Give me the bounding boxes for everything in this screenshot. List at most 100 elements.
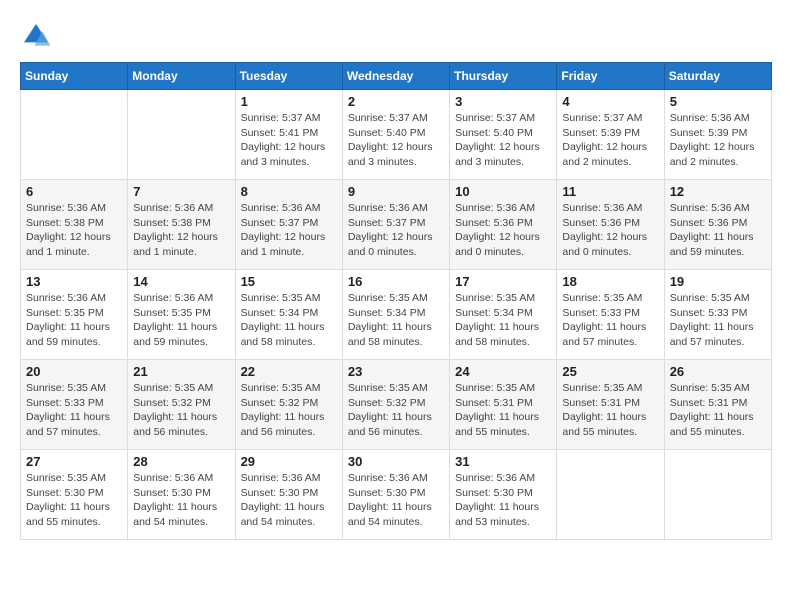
day-info: Sunrise: 5:35 AM Sunset: 5:34 PM Dayligh…: [241, 291, 337, 350]
day-number: 5: [670, 94, 766, 109]
calendar-cell: 11 Sunrise: 5:36 AM Sunset: 5:36 PM Dayli…: [557, 180, 664, 270]
calendar-cell: 24 Sunrise: 5:35 AM Sunset: 5:31 PM Dayli…: [450, 360, 557, 450]
calendar-week-row: 27 Sunrise: 5:35 AM Sunset: 5:30 PM Dayli…: [21, 450, 772, 540]
calendar-cell: 20 Sunrise: 5:35 AM Sunset: 5:33 PM Dayli…: [21, 360, 128, 450]
day-info: Sunrise: 5:36 AM Sunset: 5:30 PM Dayligh…: [133, 471, 229, 530]
calendar-week-row: 6 Sunrise: 5:36 AM Sunset: 5:38 PM Daylig…: [21, 180, 772, 270]
calendar-cell: 28 Sunrise: 5:36 AM Sunset: 5:30 PM Dayli…: [128, 450, 235, 540]
calendar-table: SundayMondayTuesdayWednesdayThursdayFrid…: [20, 62, 772, 540]
weekday-header: Wednesday: [342, 63, 449, 90]
calendar-cell: 31Sunrise: 5:36 AM Sunset: 5:30 PM Dayli…: [450, 450, 557, 540]
day-info: Sunrise: 5:35 AM Sunset: 5:31 PM Dayligh…: [562, 381, 658, 440]
day-number: 3: [455, 94, 551, 109]
calendar-cell: 18 Sunrise: 5:35 AM Sunset: 5:33 PM Dayli…: [557, 270, 664, 360]
day-number: 20: [26, 364, 122, 379]
calendar-cell: 15 Sunrise: 5:35 AM Sunset: 5:34 PM Dayli…: [235, 270, 342, 360]
calendar-cell: [664, 450, 771, 540]
calendar-cell: 1 Sunrise: 5:37 AM Sunset: 5:41 PM Daylig…: [235, 90, 342, 180]
calendar-week-row: 13 Sunrise: 5:36 AM Sunset: 5:35 PM Dayli…: [21, 270, 772, 360]
day-info: Sunrise: 5:37 AM Sunset: 5:40 PM Dayligh…: [348, 111, 444, 170]
day-number: 10: [455, 184, 551, 199]
day-number: 19: [670, 274, 766, 289]
calendar-cell: 5 Sunrise: 5:36 AM Sunset: 5:39 PM Daylig…: [664, 90, 771, 180]
day-number: 13: [26, 274, 122, 289]
calendar-cell: 17Sunrise: 5:35 AM Sunset: 5:34 PM Dayli…: [450, 270, 557, 360]
day-number: 11: [562, 184, 658, 199]
day-number: 24: [455, 364, 551, 379]
weekday-header: Saturday: [664, 63, 771, 90]
day-number: 29: [241, 454, 337, 469]
calendar-cell: 30Sunrise: 5:36 AM Sunset: 5:30 PM Dayli…: [342, 450, 449, 540]
logo-icon: [20, 20, 52, 52]
calendar-cell: 10 Sunrise: 5:36 AM Sunset: 5:36 PM Dayli…: [450, 180, 557, 270]
day-info: Sunrise: 5:35 AM Sunset: 5:32 PM Dayligh…: [241, 381, 337, 440]
day-number: 9: [348, 184, 444, 199]
day-info: Sunrise: 5:36 AM Sunset: 5:37 PM Dayligh…: [241, 201, 337, 260]
day-info: Sunrise: 5:36 AM Sunset: 5:35 PM Dayligh…: [133, 291, 229, 350]
calendar-cell: 25 Sunrise: 5:35 AM Sunset: 5:31 PM Dayli…: [557, 360, 664, 450]
day-info: Sunrise: 5:35 AM Sunset: 5:31 PM Dayligh…: [455, 381, 551, 440]
day-info: Sunrise: 5:36 AM Sunset: 5:36 PM Dayligh…: [670, 201, 766, 260]
day-info: Sunrise: 5:36 AM Sunset: 5:37 PM Dayligh…: [348, 201, 444, 260]
day-number: 15: [241, 274, 337, 289]
day-info: Sunrise: 5:35 AM Sunset: 5:34 PM Dayligh…: [455, 291, 551, 350]
day-number: 6: [26, 184, 122, 199]
day-number: 2: [348, 94, 444, 109]
calendar-week-row: 1 Sunrise: 5:37 AM Sunset: 5:41 PM Daylig…: [21, 90, 772, 180]
day-info: Sunrise: 5:35 AM Sunset: 5:32 PM Dayligh…: [133, 381, 229, 440]
day-info: Sunrise: 5:36 AM Sunset: 5:30 PM Dayligh…: [455, 471, 551, 530]
calendar-cell: 21Sunrise: 5:35 AM Sunset: 5:32 PM Dayli…: [128, 360, 235, 450]
day-number: 26: [670, 364, 766, 379]
logo: [20, 20, 56, 52]
day-info: Sunrise: 5:35 AM Sunset: 5:33 PM Dayligh…: [562, 291, 658, 350]
day-info: Sunrise: 5:35 AM Sunset: 5:34 PM Dayligh…: [348, 291, 444, 350]
calendar-cell: [21, 90, 128, 180]
calendar-cell: 2 Sunrise: 5:37 AM Sunset: 5:40 PM Daylig…: [342, 90, 449, 180]
day-info: Sunrise: 5:36 AM Sunset: 5:35 PM Dayligh…: [26, 291, 122, 350]
day-info: Sunrise: 5:35 AM Sunset: 5:33 PM Dayligh…: [26, 381, 122, 440]
day-info: Sunrise: 5:36 AM Sunset: 5:30 PM Dayligh…: [348, 471, 444, 530]
day-number: 14: [133, 274, 229, 289]
day-info: Sunrise: 5:37 AM Sunset: 5:40 PM Dayligh…: [455, 111, 551, 170]
day-info: Sunrise: 5:35 AM Sunset: 5:30 PM Dayligh…: [26, 471, 122, 530]
calendar-cell: 3 Sunrise: 5:37 AM Sunset: 5:40 PM Daylig…: [450, 90, 557, 180]
calendar-cell: 23Sunrise: 5:35 AM Sunset: 5:32 PM Dayli…: [342, 360, 449, 450]
page-header: [20, 20, 772, 52]
weekday-header: Tuesday: [235, 63, 342, 90]
calendar-cell: 22Sunrise: 5:35 AM Sunset: 5:32 PM Dayli…: [235, 360, 342, 450]
calendar-cell: 8Sunrise: 5:36 AM Sunset: 5:37 PM Daylig…: [235, 180, 342, 270]
weekday-header: Sunday: [21, 63, 128, 90]
day-info: Sunrise: 5:36 AM Sunset: 5:36 PM Dayligh…: [562, 201, 658, 260]
day-number: 7: [133, 184, 229, 199]
calendar-cell: [557, 450, 664, 540]
day-number: 27: [26, 454, 122, 469]
calendar-cell: 29 Sunrise: 5:36 AM Sunset: 5:30 PM Dayli…: [235, 450, 342, 540]
day-info: Sunrise: 5:35 AM Sunset: 5:32 PM Dayligh…: [348, 381, 444, 440]
calendar-cell: 7Sunrise: 5:36 AM Sunset: 5:38 PM Daylig…: [128, 180, 235, 270]
day-info: Sunrise: 5:36 AM Sunset: 5:30 PM Dayligh…: [241, 471, 337, 530]
day-number: 1: [241, 94, 337, 109]
day-number: 25: [562, 364, 658, 379]
weekday-header: Monday: [128, 63, 235, 90]
day-info: Sunrise: 5:37 AM Sunset: 5:41 PM Dayligh…: [241, 111, 337, 170]
day-info: Sunrise: 5:36 AM Sunset: 5:36 PM Dayligh…: [455, 201, 551, 260]
day-number: 18: [562, 274, 658, 289]
day-number: 28: [133, 454, 229, 469]
day-info: Sunrise: 5:36 AM Sunset: 5:39 PM Dayligh…: [670, 111, 766, 170]
day-info: Sunrise: 5:36 AM Sunset: 5:38 PM Dayligh…: [26, 201, 122, 260]
day-info: Sunrise: 5:35 AM Sunset: 5:31 PM Dayligh…: [670, 381, 766, 440]
day-number: 12: [670, 184, 766, 199]
calendar-week-row: 20 Sunrise: 5:35 AM Sunset: 5:33 PM Dayli…: [21, 360, 772, 450]
calendar-cell: 26 Sunrise: 5:35 AM Sunset: 5:31 PM Dayli…: [664, 360, 771, 450]
calendar-cell: 19 Sunrise: 5:35 AM Sunset: 5:33 PM Dayli…: [664, 270, 771, 360]
calendar-cell: 9 Sunrise: 5:36 AM Sunset: 5:37 PM Daylig…: [342, 180, 449, 270]
calendar-cell: 14 Sunrise: 5:36 AM Sunset: 5:35 PM Dayli…: [128, 270, 235, 360]
weekday-header: Thursday: [450, 63, 557, 90]
day-number: 4: [562, 94, 658, 109]
day-number: 16: [348, 274, 444, 289]
weekday-header: Friday: [557, 63, 664, 90]
calendar-cell: 27 Sunrise: 5:35 AM Sunset: 5:30 PM Dayli…: [21, 450, 128, 540]
calendar-cell: 12 Sunrise: 5:36 AM Sunset: 5:36 PM Dayli…: [664, 180, 771, 270]
calendar-cell: 13 Sunrise: 5:36 AM Sunset: 5:35 PM Dayli…: [21, 270, 128, 360]
day-info: Sunrise: 5:35 AM Sunset: 5:33 PM Dayligh…: [670, 291, 766, 350]
